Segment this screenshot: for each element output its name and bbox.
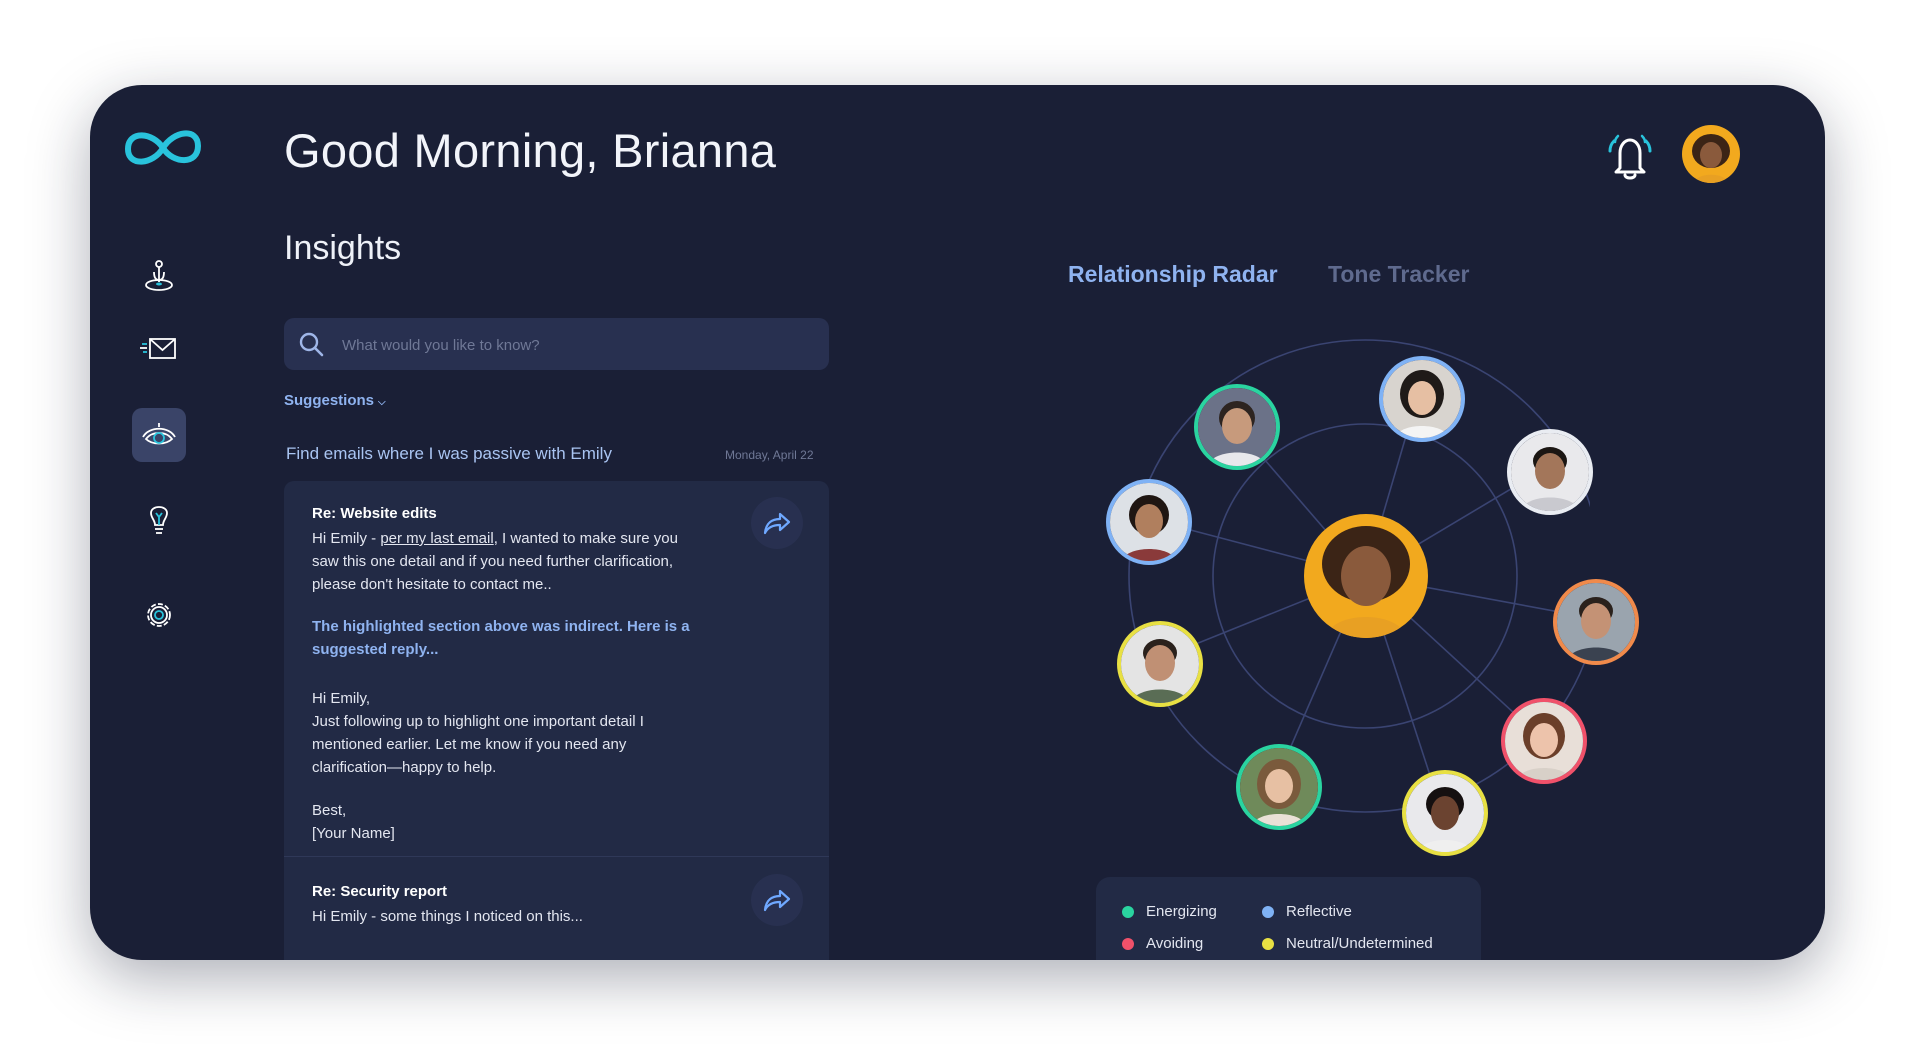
avatar-contact-image [1240,748,1318,826]
legend-label: Neutral/Undetermined [1286,935,1433,952]
greeting-title: Good Morning, Brianna [284,124,777,177]
forward-arrow-icon [763,512,791,535]
search-input[interactable] [340,318,814,372]
relationship-radar [990,315,1639,856]
mail-icon [140,338,176,359]
chevron-down-icon: ⌵ [378,397,386,408]
gear-icon [147,603,171,627]
suggestions-label: Suggestions [284,392,375,409]
email-body: Hi Emily - per my last email, I wanted t… [312,527,702,596]
legend: Energizing Reflective Avoiding Neutral/U… [1096,877,1481,960]
reply-greeting: Hi Emily, [312,690,371,707]
avatar-contact-image [1511,433,1589,511]
app-window: Good Morning, Brianna Insights What woul… [90,85,1825,960]
avatar-contact[interactable] [1236,744,1322,830]
email-subject[interactable]: Re: Security report [312,883,447,900]
nav-item-play[interactable] [132,249,186,303]
avatar-contact-image [1406,774,1484,852]
avatar-center-image [1304,514,1428,638]
reply-signoff: Best, [312,802,347,819]
divider [284,856,829,857]
avatar-contact[interactable] [1507,429,1593,515]
infinity-logo-icon[interactable] [120,121,206,175]
email-body-prefix: Hi Emily - [312,530,381,547]
suggestions-dropdown[interactable]: Suggestions ⌵ [284,392,386,409]
section-title: Insights [284,229,402,267]
avatar-contact-image [1121,625,1199,703]
avatar-contact[interactable] [1117,621,1203,707]
legend-label: Reflective [1286,903,1352,920]
search-icon [299,332,324,357]
user-avatar[interactable] [1682,125,1740,183]
joystick-icon [145,260,173,291]
legend-dot [1262,937,1274,950]
email-subject[interactable]: Re: Website edits [312,505,437,522]
nav-item-ideas[interactable] [132,491,186,545]
highlighted-phrase: per my last email [380,530,494,547]
legend-dot [1122,937,1134,950]
legend-item: Neutral/Undetermined [1262,935,1433,952]
notifications-button[interactable] [1602,127,1658,185]
suggestion-hint: The highlighted section above was indire… [312,618,690,658]
nav-item-insights[interactable] [132,408,186,462]
nav-item-mail[interactable] [132,322,186,376]
eye-icon [142,423,176,445]
reply-name: [Your Name] [312,825,395,842]
avatar-contact[interactable] [1379,356,1465,442]
legend-dot [1122,905,1134,918]
tab-tone-tracker[interactable]: Tone Tracker [1328,261,1469,288]
forward-button[interactable] [751,497,803,549]
query-date: Monday, April 22 [725,448,814,462]
lightbulb-icon [150,506,168,534]
suggestion-query[interactable]: Find emails where I was passive with Emi… [286,444,612,464]
legend-dot [1262,905,1274,918]
email-results: Re: Website edits Hi Emily - per my last… [284,481,829,960]
avatar-contact-image [1505,702,1583,780]
avatar-contact-image [1557,583,1635,661]
legend-label: Avoiding [1146,935,1204,952]
avatar-contact[interactable] [1501,698,1587,784]
forward-button[interactable] [751,874,803,926]
user-avatar-image [1682,125,1740,183]
legend-label: Energizing [1146,903,1217,920]
avatar-contact[interactable] [1553,579,1639,665]
search-box[interactable] [284,318,829,372]
reply-body: Just following up to highlight one impor… [312,713,644,776]
bell-icon [1608,134,1652,180]
avatar-contact-image [1383,360,1461,438]
legend-item: Energizing [1122,903,1217,920]
avatar-contact[interactable] [1106,479,1192,565]
avatar-contact[interactable] [1194,384,1280,470]
avatar-contact-image [1110,483,1188,561]
avatar-contact-image [1198,388,1276,466]
nav-item-settings[interactable] [132,588,186,642]
avatar-contact[interactable] [1402,770,1488,856]
legend-item: Avoiding [1122,935,1203,952]
avatar-center[interactable] [1304,514,1428,638]
forward-arrow-icon [763,889,791,912]
legend-item: Reflective [1262,903,1352,920]
tab-relationship-radar[interactable]: Relationship Radar [1068,261,1278,288]
email-body: Hi Emily - some things I noticed on this… [312,908,583,925]
